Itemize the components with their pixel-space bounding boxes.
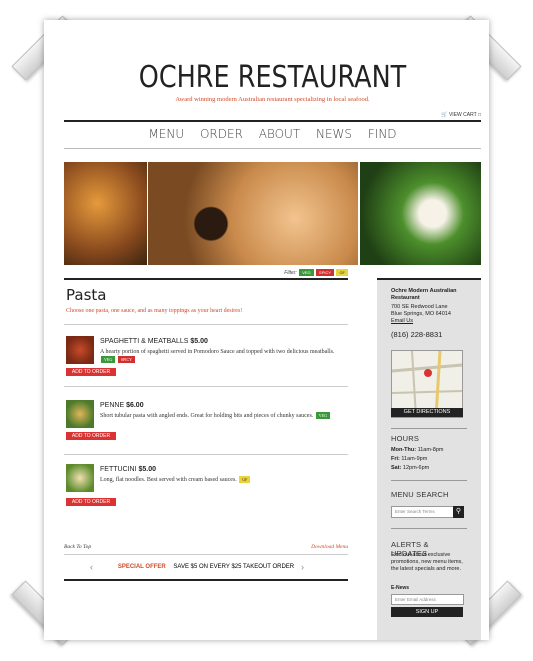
menu-item: SPAGHETTI & MEATBALLS $5.00 A hearty por… <box>64 336 348 396</box>
phone-number[interactable]: (816) 228-8831 <box>391 330 467 339</box>
divider <box>391 428 467 429</box>
add-to-order-button[interactable]: ADD TO ORDER <box>66 368 116 376</box>
download-menu-link[interactable]: Download Menu <box>311 544 348 550</box>
divider <box>391 480 467 481</box>
site-tagline: Award winning modern Australian restaura… <box>175 96 370 103</box>
filter-veg[interactable]: VEG <box>299 269 314 276</box>
divider <box>64 454 348 455</box>
site-logo[interactable]: OCHRE RESTAURANT <box>95 60 449 95</box>
item-price: $5.00 <box>190 338 208 345</box>
address-name: Ochre Modern Australian Restaurant <box>391 288 457 301</box>
website-mockup: OCHRE RESTAURANT Award winning modern Au… <box>44 20 489 640</box>
hours-row: Fri: 11am-9pm <box>391 456 428 462</box>
nav-item-news[interactable]: NEWS <box>316 122 352 147</box>
food-photo-fish <box>64 162 147 265</box>
main-nav: MENU ORDER ABOUT NEWS FIND <box>64 122 481 149</box>
tag-gf: GF <box>239 476 251 483</box>
divider <box>64 386 348 387</box>
food-photo-strip <box>64 162 481 265</box>
menu-item: PENNE $6.00 Short tubular pasta with ang… <box>64 400 348 460</box>
section-subtitle: Choose one pasta, one sauce, and as many… <box>66 308 243 314</box>
filter-label: Filter: <box>284 270 297 276</box>
address-line2: Blue Springs, MO 64014 <box>391 311 451 317</box>
menu-filter: Filter: VEG SPICY GF <box>64 269 348 276</box>
item-price: $6.00 <box>126 402 144 409</box>
cart-box-icon: □ <box>477 112 481 118</box>
special-offer-bar: ‹ SPECIAL OFFER SAVE $5 ON EVERY $25 TAK… <box>64 554 348 581</box>
tag-veg: VEG <box>101 356 116 363</box>
item-thumbnail <box>66 336 94 364</box>
search-input[interactable]: Enter Search Terms <box>391 506 454 518</box>
map-pin-icon <box>424 369 432 377</box>
hours-title: HOURS <box>391 434 420 443</box>
menu-section: Pasta Choose one pasta, one sauce, and a… <box>64 278 348 506</box>
filter-spicy[interactable]: SPICY <box>316 269 335 276</box>
enews-label: E-News <box>391 585 410 591</box>
add-to-order-button[interactable]: ADD TO ORDER <box>66 432 116 440</box>
filter-gf[interactable]: GF <box>336 269 348 276</box>
food-photo-tempura <box>148 162 358 265</box>
item-description: Long, flat noodles. Best served with cre… <box>100 476 340 484</box>
alerts-text: Find out about exclusive promotions, new… <box>391 552 463 572</box>
back-to-top-link[interactable]: Back To Top <box>64 544 91 550</box>
menu-search-title: MENU SEARCH <box>391 490 449 499</box>
item-thumbnail <box>66 464 94 492</box>
nav-item-find[interactable]: FIND <box>368 122 397 147</box>
divider <box>391 528 467 529</box>
food-photo-salad <box>360 162 481 265</box>
site-header: OCHRE RESTAURANT Award winning modern Au… <box>64 20 481 122</box>
email-field[interactable]: Enter Email Address <box>391 594 464 605</box>
offer-text: SAVE $5 ON EVERY $25 TAKEOUT ORDER <box>173 564 295 570</box>
menu-item: FETTUCINI $5.00 Long, flat noodles. Best… <box>64 464 348 524</box>
cart-icon: 🛒 <box>441 112 448 118</box>
item-name: PENNE $6.00 <box>100 402 144 409</box>
get-directions-button[interactable]: GET DIRECTIONS <box>391 408 463 417</box>
address-line1: 700 SE Redwood Lane <box>391 304 448 310</box>
hours-row: Mon-Thu: 11am-8pm <box>391 447 444 453</box>
item-name: FETTUCINI $5.00 <box>100 466 157 473</box>
nav-item-order[interactable]: ORDER <box>200 122 243 147</box>
search-icon: ⚲ <box>455 508 462 515</box>
divider <box>64 324 348 325</box>
chevron-left-icon[interactable]: ‹ <box>90 555 93 579</box>
tag-spicy: SPICY <box>117 356 136 363</box>
item-description: Short tubular pasta with angled ends. Gr… <box>100 412 340 420</box>
sidebar: Ochre Modern Australian Restaurant 700 S… <box>377 278 481 640</box>
add-to-order-button[interactable]: ADD TO ORDER <box>66 498 116 506</box>
section-title: Pasta <box>66 286 107 304</box>
view-cart-link[interactable]: 🛒 VIEW CART □ <box>441 112 481 118</box>
item-name: SPAGHETTI & MEATBALLS $5.00 <box>100 338 208 345</box>
email-us-link[interactable]: Email Us <box>391 318 467 325</box>
item-price: $5.00 <box>138 466 157 473</box>
search-button[interactable]: ⚲ <box>453 506 464 518</box>
hours-row: Sat: 12pm-6pm <box>391 465 430 471</box>
chevron-right-icon[interactable]: › <box>301 555 304 579</box>
tag-veg: VEG <box>315 412 331 419</box>
sign-up-button[interactable]: SIGN UP <box>391 607 463 617</box>
item-thumbnail <box>66 400 94 428</box>
offer-label: SPECIAL OFFER <box>117 564 166 570</box>
item-description: A hearty portion of spaghetti served in … <box>100 349 335 363</box>
nav-item-menu[interactable]: MENU <box>148 122 184 147</box>
nav-item-about[interactable]: ABOUT <box>259 122 300 147</box>
